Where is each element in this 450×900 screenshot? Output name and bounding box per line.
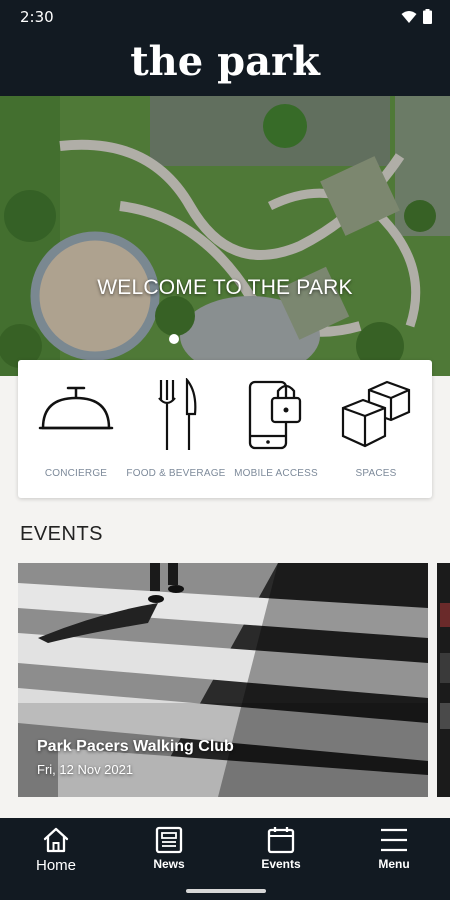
home-icon <box>43 827 69 853</box>
event-image <box>437 563 450 797</box>
nav-home[interactable]: Home <box>16 826 96 886</box>
nav-events[interactable]: Events <box>241 826 321 886</box>
battery-icon <box>423 9 432 24</box>
nav-label: Events <box>261 857 301 871</box>
bottom-navigation: Home News Events Menu <box>0 818 450 900</box>
service-mobile-access[interactable]: MOBILE ACCESS <box>224 360 328 498</box>
event-title: Park Pacers Walking Club <box>37 738 234 755</box>
phone-lock-icon <box>248 380 302 450</box>
hero-image <box>0 96 450 376</box>
event-date: Fri, 12 Nov 2021 <box>37 762 134 777</box>
hero-title: WELCOME TO THE PARK <box>97 276 353 299</box>
wifi-icon <box>401 10 417 23</box>
status-icons <box>401 9 432 24</box>
hero-carousel[interactable]: WELCOME TO THE PARK <box>0 96 450 376</box>
event-card[interactable]: Park Pacers Walking Club Fri, 12 Nov 202… <box>18 563 428 797</box>
gesture-home-indicator[interactable] <box>186 889 266 893</box>
services-card: CONCIERGE FOOD & BEVERAGE MOBILE ACCESS <box>18 360 432 498</box>
service-label: SPACES <box>355 468 397 479</box>
hamburger-menu-icon <box>381 828 407 852</box>
event-card-next[interactable] <box>437 563 450 797</box>
app-header: the park <box>0 34 450 96</box>
nav-label: Home <box>35 857 76 874</box>
service-label: CONCIERGE <box>44 468 108 479</box>
carousel-indicator-dot[interactable] <box>169 334 179 344</box>
status-bar: 2:30 <box>0 0 450 34</box>
nav-label: Menu <box>378 857 410 871</box>
service-label: MOBILE ACCESS <box>234 468 318 479</box>
concierge-bell-icon <box>38 386 114 430</box>
cubes-icon <box>341 380 411 448</box>
nav-menu[interactable]: Menu <box>354 826 434 886</box>
status-time: 2:30 <box>20 8 54 26</box>
news-icon <box>155 826 183 854</box>
service-spaces[interactable]: SPACES <box>324 360 428 498</box>
fork-knife-icon <box>158 378 197 450</box>
events-heading: EVENTS <box>20 523 104 545</box>
app-logo: the park <box>130 38 320 85</box>
service-label: FOOD & BEVERAGE <box>126 468 226 479</box>
service-concierge[interactable]: CONCIERGE <box>24 360 128 498</box>
service-food-beverage[interactable]: FOOD & BEVERAGE <box>124 360 228 498</box>
nav-news[interactable]: News <box>129 826 209 886</box>
calendar-icon <box>267 827 295 854</box>
nav-label: News <box>153 857 185 871</box>
